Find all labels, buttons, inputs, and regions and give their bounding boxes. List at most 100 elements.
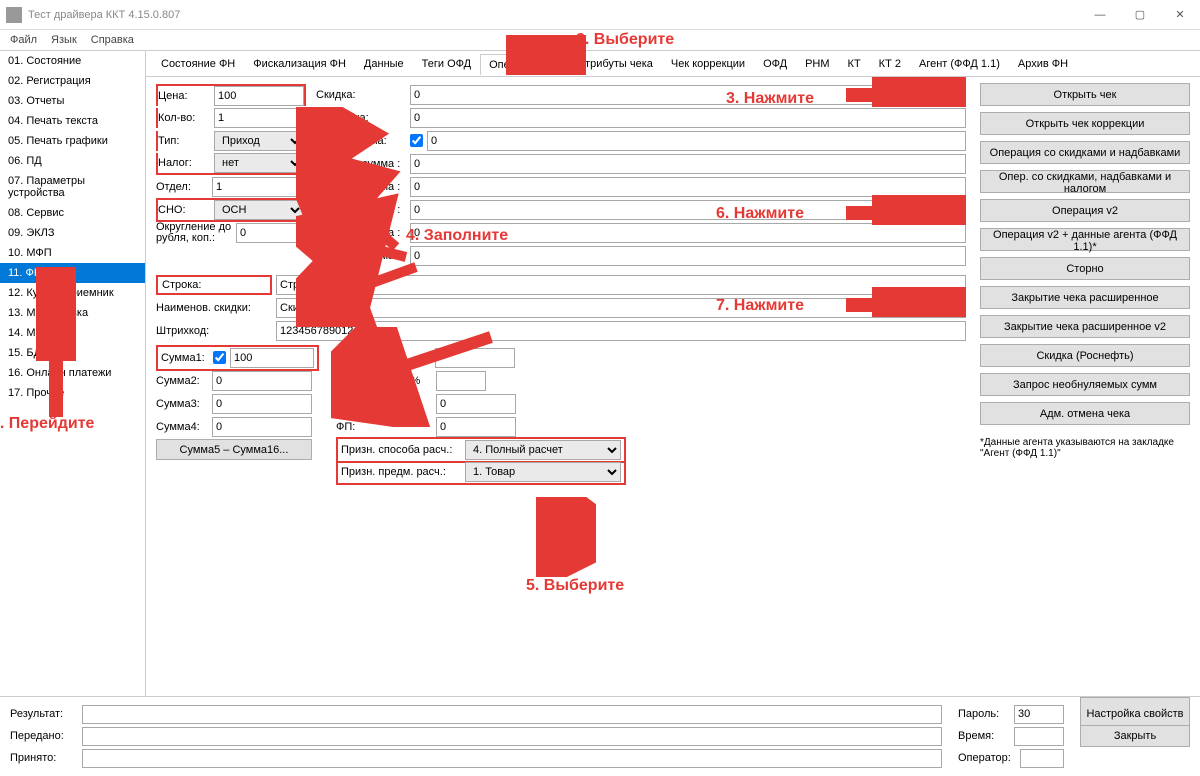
- open-check-button[interactable]: Открыть чек: [980, 83, 1190, 106]
- tax5-input[interactable]: [410, 223, 966, 243]
- sidebar-item-13[interactable]: 13. Маркировка: [0, 303, 145, 323]
- sidebar-item-07[interactable]: 07. Параметры устройства: [0, 171, 145, 203]
- change-input[interactable]: [435, 348, 515, 368]
- sidebar-item-15[interactable]: 15. БД чеков: [0, 343, 145, 363]
- taxsum-label: Налог, сумма:: [316, 135, 410, 147]
- sidebar-item-02[interactable]: 02. Регистрация: [0, 71, 145, 91]
- price-input[interactable]: [214, 86, 304, 106]
- maximize-button[interactable]: ▢: [1120, 0, 1160, 30]
- tab-data[interactable]: Данные: [355, 53, 413, 74]
- tab-archive[interactable]: Архив ФН: [1009, 53, 1077, 74]
- recv-input[interactable]: [82, 749, 942, 768]
- nonzero-sums-button[interactable]: Запрос необнуляемых сумм: [980, 373, 1190, 396]
- tax4-input[interactable]: [410, 200, 966, 220]
- qty-label: Кол-во:: [158, 112, 214, 124]
- sidebar-item-06[interactable]: 06. ПД: [0, 151, 145, 171]
- tab-operations-fn[interactable]: Операции ФН: [480, 54, 569, 75]
- sno-select[interactable]: ОСН: [214, 200, 304, 220]
- checkdisc-input[interactable]: [436, 371, 486, 391]
- tax3-input[interactable]: [410, 177, 966, 197]
- op-disc-surch-button[interactable]: Операция со скидками и надбавками: [980, 141, 1190, 164]
- sidebar-item-09[interactable]: 09. ЭКЛЗ: [0, 223, 145, 243]
- sum3-input[interactable]: [212, 394, 312, 414]
- sidebar-item-03[interactable]: 03. Отчеты: [0, 91, 145, 111]
- close-window-button[interactable]: ✕: [1160, 0, 1200, 30]
- menu-lang[interactable]: Язык: [51, 34, 77, 46]
- sidebar-item-08[interactable]: 08. Сервис: [0, 203, 145, 223]
- discount-input[interactable]: [410, 85, 966, 105]
- round-input[interactable]: [236, 223, 302, 243]
- sum1-check[interactable]: [213, 351, 226, 364]
- qty-input[interactable]: [214, 108, 304, 128]
- agent-note: *Данные агента указываются на закладке "…: [980, 437, 1190, 459]
- sidebar-item-14[interactable]: 14. Модем: [0, 323, 145, 343]
- sidebar-item-05[interactable]: 05. Печать графики: [0, 131, 145, 151]
- close-check-ext-v2-button[interactable]: Закрытие чека расширенное v2: [980, 315, 1190, 338]
- tab-agent[interactable]: Агент (ФФД 1.1): [910, 53, 1009, 74]
- string-input[interactable]: [276, 275, 966, 295]
- round-label: Округление до рубля, коп.:: [156, 222, 236, 244]
- sidebar-item-04[interactable]: 04. Печать текста: [0, 111, 145, 131]
- minimize-button[interactable]: —: [1080, 0, 1120, 30]
- tab-kt2[interactable]: КТ 2: [870, 53, 910, 74]
- tax-select[interactable]: нет: [214, 153, 304, 173]
- tax-label: Налог:: [158, 157, 214, 169]
- tax5-label: Налог 5, сумма :: [316, 227, 410, 239]
- tax2-label: Налог 2, сумма :: [316, 158, 410, 170]
- dept-input[interactable]: [212, 177, 302, 197]
- surcharge-input[interactable]: [410, 108, 966, 128]
- pass-input[interactable]: [1014, 705, 1064, 724]
- tab-kt[interactable]: КТ: [839, 53, 870, 74]
- operation-v2-button[interactable]: Операция v2: [980, 199, 1190, 222]
- sidebar-item-12[interactable]: 12. Купюроприемник: [0, 283, 145, 303]
- sidebar-item-11[interactable]: 11. ФН: [0, 263, 145, 283]
- sidebar-item-01[interactable]: 01. Состояние: [0, 51, 145, 71]
- tab-correction[interactable]: Чек коррекции: [662, 53, 754, 74]
- menu-help[interactable]: Справка: [91, 34, 134, 46]
- close-check-ext-button[interactable]: Закрытие чека расширенное: [980, 286, 1190, 309]
- tax2-input[interactable]: [410, 154, 966, 174]
- fp-input[interactable]: [436, 417, 516, 437]
- sum5-16-button[interactable]: Сумма5 – Сумма16...: [156, 439, 312, 460]
- paymethod-select[interactable]: 4. Полный расчет: [465, 440, 621, 460]
- action-buttons: Открыть чек Открыть чек коррекции Операц…: [980, 83, 1190, 459]
- discname-label: Наименов. скидки:: [156, 302, 276, 314]
- storno-button[interactable]: Сторно: [980, 257, 1190, 280]
- fp-label: ФП:: [336, 421, 436, 433]
- sidebar-item-10[interactable]: 10. МФП: [0, 243, 145, 263]
- tab-fiscal-fn[interactable]: Фискализация ФН: [244, 53, 355, 74]
- result-input[interactable]: [82, 705, 942, 724]
- sidebar-item-16[interactable]: 16. Онлайн платежи: [0, 363, 145, 383]
- admin-cancel-button[interactable]: Адм. отмена чека: [980, 402, 1190, 425]
- oper-input[interactable]: [1020, 749, 1064, 768]
- sum4-input[interactable]: [212, 417, 312, 437]
- discname-input[interactable]: [276, 298, 966, 318]
- operation-v2-agent-button[interactable]: Операция v2 + данные агента (ФФД 1.1)*: [980, 228, 1190, 251]
- rosneft-discount-button[interactable]: Скидка (Роснефть): [980, 344, 1190, 367]
- taxsum-input[interactable]: [427, 131, 966, 151]
- sum2-input[interactable]: [212, 371, 312, 391]
- tab-rnm[interactable]: РНМ: [796, 53, 838, 74]
- sent-label: Передано:: [10, 730, 76, 742]
- tab-ofd-tags[interactable]: Теги ОФД: [413, 53, 480, 74]
- menu-file[interactable]: Файл: [10, 34, 37, 46]
- sum1-input[interactable]: [230, 348, 314, 368]
- open-correction-button[interactable]: Открыть чек коррекции: [980, 112, 1190, 135]
- taxsum-check[interactable]: [410, 134, 423, 147]
- tax6-input[interactable]: [410, 246, 966, 266]
- barcode-input[interactable]: [276, 321, 966, 341]
- sent-input[interactable]: [82, 727, 942, 746]
- type-select[interactable]: Приход: [214, 131, 304, 151]
- op-disc-surch-tax-button[interactable]: Опер. со скидками, надбавками и налогом: [980, 170, 1190, 193]
- paymethod-label: Призн. способа расч.:: [341, 444, 465, 456]
- close-button[interactable]: Закрыть: [1080, 725, 1190, 747]
- time-input[interactable]: [1014, 727, 1064, 746]
- tab-ofd[interactable]: ОФД: [754, 53, 796, 74]
- tax6-label: Налог 6, сумма :: [316, 250, 410, 262]
- sum4-label: Сумма4:: [156, 421, 212, 433]
- tab-attributes[interactable]: Атрибуты чека: [569, 53, 662, 74]
- sidebar-item-17[interactable]: 17. Прочее: [0, 383, 145, 403]
- fd-input[interactable]: [436, 394, 516, 414]
- tab-state-fn[interactable]: Состояние ФН: [152, 53, 244, 74]
- paysubj-select[interactable]: 1. Товар: [465, 462, 621, 482]
